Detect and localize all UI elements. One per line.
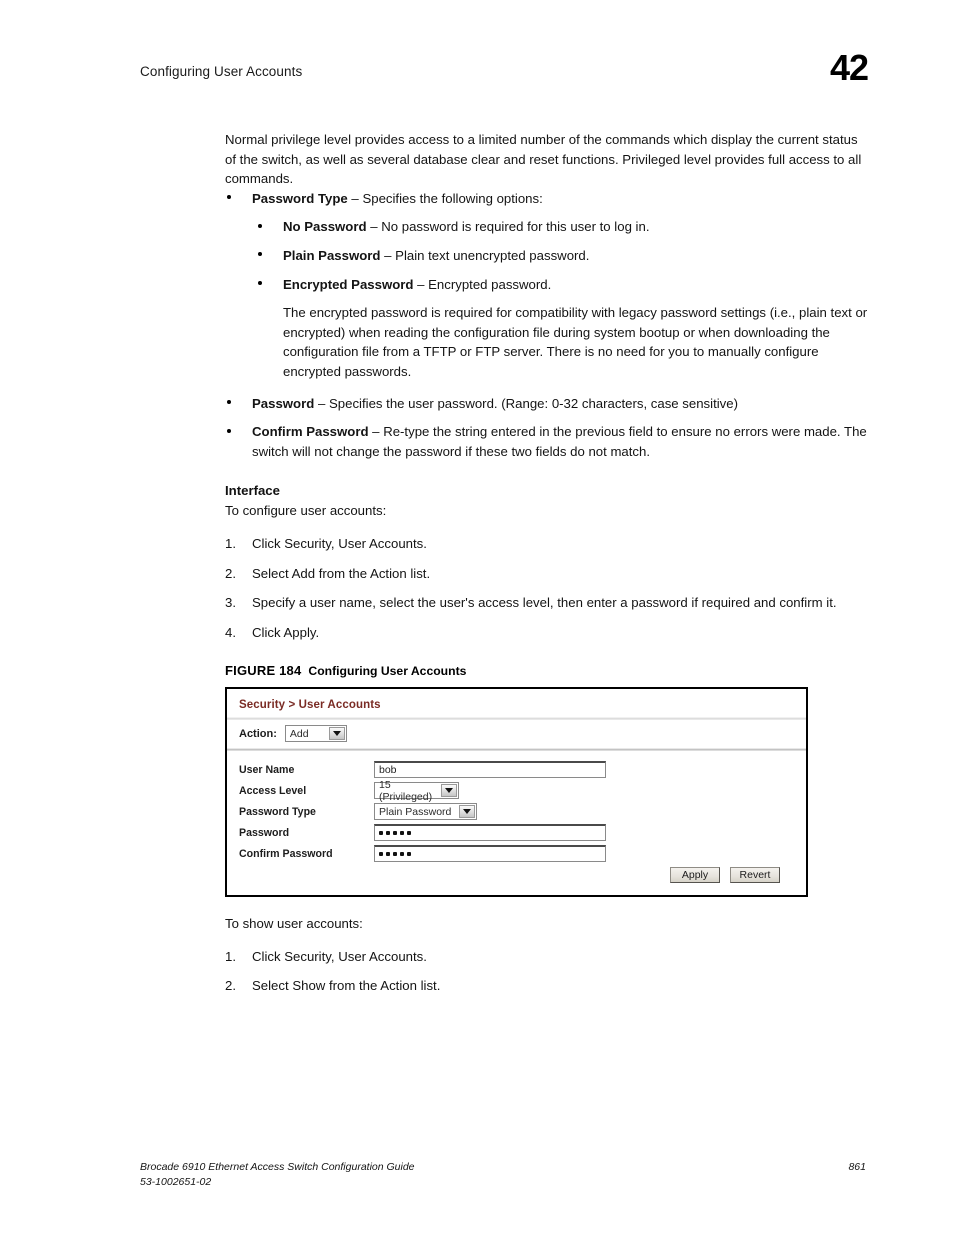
chapter-number: 42 <box>829 47 869 88</box>
step-text: Click Apply. <box>252 624 320 640</box>
step-text: Select Add from the Action list. <box>252 565 431 581</box>
bullet-term: Encrypted Password <box>283 276 414 292</box>
running-head: Configuring User Accounts <box>140 64 303 79</box>
bullet-dash: – <box>347 190 363 206</box>
chevron-down-icon[interactable] <box>328 727 345 741</box>
step-number: 4. <box>225 624 236 640</box>
bullet-password: Password – Specifies the user password. … <box>225 394 870 414</box>
bullet-dot-icon <box>258 281 262 286</box>
access-level-value: 15 (Privileged) <box>379 778 433 803</box>
page-footer: Brocade 6910 Ethernet Access Switch Conf… <box>140 1161 866 1188</box>
step-number: 1. <box>225 535 236 551</box>
bullet-term: Password <box>252 395 315 411</box>
step-text: Click Security, User Accounts. <box>252 535 427 551</box>
bullet-term: Plain Password <box>283 247 381 263</box>
action-bar: Action: Add <box>239 725 347 743</box>
bullet-term: Confirm Password <box>252 424 369 440</box>
chevron-down-icon[interactable] <box>459 805 475 819</box>
form-row-password: Password <box>239 822 784 843</box>
bullet-confirm-password: Confirm Password – Re-type the string en… <box>225 422 870 461</box>
user-account-form: User Name bob Access Level 15 (Privilege… <box>239 759 784 864</box>
bullet-dash: – <box>380 247 396 263</box>
confirm-password-masked-value <box>379 852 411 857</box>
bullet-dot-icon <box>227 400 231 405</box>
user-name-input[interactable]: bob <box>374 761 606 779</box>
bullet-text: Specifies the user password. (Range: 0-3… <box>328 395 738 411</box>
bullet-dot-icon <box>227 195 231 200</box>
figure-caption: FIGURE 184 Configuring User Accounts <box>225 663 870 678</box>
action-select-value: Add <box>289 727 309 740</box>
bullet-text: Plain text unencrypted password. <box>395 247 590 263</box>
step-number: 3. <box>225 595 236 611</box>
configure-lead: To configure user accounts: <box>225 503 387 519</box>
bullet-password-type: Password Type – Specifies the following … <box>225 189 870 209</box>
bullet-encrypted-password: Encrypted Password – Encrypted password. <box>256 275 870 295</box>
show-step-2: 2. Select Show from the Action list. <box>225 976 870 996</box>
password-type-value: Plain Password <box>379 805 452 818</box>
user-name-value: bob <box>379 764 397 777</box>
apply-button[interactable]: Apply <box>670 867 720 884</box>
intro-paragraph: Normal privilege level provides access t… <box>225 132 862 187</box>
action-select[interactable]: Add <box>284 725 347 743</box>
step-number: 1. <box>225 948 236 964</box>
password-type-label: Password Type <box>239 805 316 818</box>
password-masked-value <box>379 831 411 836</box>
divider <box>227 717 806 721</box>
bullet-no-password: No Password – No password is required fo… <box>256 217 870 237</box>
step-number: 2. <box>225 565 236 581</box>
show-step-1: 1. Click Security, User Accounts. <box>225 947 870 967</box>
bullet-dash: – <box>314 395 329 411</box>
access-level-label: Access Level <box>239 784 307 797</box>
bullet-dot-icon <box>227 428 231 433</box>
form-row-confirm-password: Confirm Password <box>239 843 784 864</box>
access-level-select[interactable]: 15 (Privileged) <box>374 779 459 803</box>
configure-step-4: 4. Click Apply. <box>225 623 870 643</box>
figure-title: Configuring User Accounts <box>308 664 467 679</box>
step-text: Specify a user name, select the user's a… <box>252 595 837 611</box>
document-page: Configuring User Accounts 42 Normal priv… <box>0 0 954 1235</box>
password-label: Password <box>239 826 290 839</box>
form-row-user-name: User Name bob <box>239 759 784 780</box>
bullet-dash: – <box>368 424 384 440</box>
confirm-password-label: Confirm Password <box>239 847 333 860</box>
bullet-plain-password: Plain Password – Plain text unencrypted … <box>256 246 870 266</box>
show-lead: To show user accounts: <box>225 916 363 932</box>
bullet-text: Encrypted password. <box>428 276 552 292</box>
breadcrumb: Security > User Accounts <box>239 699 381 712</box>
configure-step-2: 2. Select Add from the Action list. <box>225 564 870 584</box>
figure-screenshot: Security > User Accounts Action: Add Use… <box>225 687 808 898</box>
step-text: Click Security, User Accounts. <box>252 948 427 964</box>
footer-page-number: 861 <box>848 1161 866 1173</box>
bullet-term: Password Type <box>252 190 348 206</box>
figure-label: FIGURE 184 <box>225 663 302 679</box>
password-type-select[interactable]: Plain Password <box>374 803 477 821</box>
bullet-dash: – <box>413 276 429 292</box>
user-name-label: User Name <box>239 763 295 776</box>
confirm-password-input[interactable] <box>374 845 606 863</box>
footer-doc-number: 53-1002651-02 <box>140 1176 212 1188</box>
password-input[interactable] <box>374 824 606 842</box>
footer-guide-title: Brocade 6910 Ethernet Access Switch Conf… <box>140 1161 415 1173</box>
bullet-text: Specifies the following options: <box>362 190 543 206</box>
bullet-dot-icon <box>258 252 262 257</box>
configure-step-1: 1. Click Security, User Accounts. <box>225 534 870 554</box>
body-column: Normal privilege level provides access t… <box>225 130 870 1006</box>
bullet-term: No Password <box>283 219 367 235</box>
chevron-down-icon[interactable] <box>441 784 457 798</box>
bullet-dot-icon <box>258 223 262 228</box>
step-number: 2. <box>225 978 236 994</box>
configure-step-3: 3. Specify a user name, select the user'… <box>225 593 870 613</box>
form-row-access-level: Access Level 15 (Privileged) <box>239 779 784 803</box>
form-row-password-type: Password Type Plain Password <box>239 801 784 822</box>
divider <box>227 748 806 752</box>
step-text: Select Show from the Action list. <box>252 978 441 994</box>
bullet-dash: – <box>366 219 382 235</box>
interface-heading: Interface <box>225 483 280 499</box>
encrypted-password-note: The encrypted password is required for c… <box>283 305 868 379</box>
revert-button[interactable]: Revert <box>730 867 780 884</box>
form-buttons: Apply Revert <box>670 867 780 884</box>
bullet-text: No password is required for this user to… <box>381 219 650 235</box>
action-label: Action: <box>239 727 277 740</box>
